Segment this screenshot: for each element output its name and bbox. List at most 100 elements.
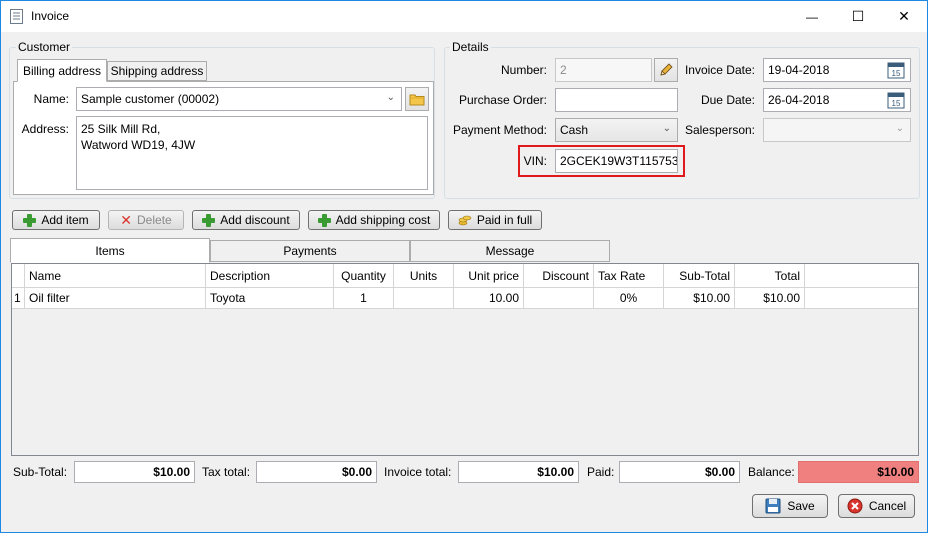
column-header-sub-total[interactable]: Sub-Total xyxy=(664,264,735,288)
column-header-label: Description xyxy=(210,269,271,283)
payment-method-combo[interactable]: Cash ⌄ xyxy=(555,118,678,142)
column-header-label: Unit price xyxy=(468,269,519,283)
number-field: 2 xyxy=(555,58,652,82)
column-header-name[interactable]: Name xyxy=(25,264,206,288)
coins-icon xyxy=(458,215,472,226)
tab-shipping-address[interactable]: Shipping address xyxy=(107,61,207,81)
invoice-total-field: $10.00 xyxy=(458,461,579,483)
address-textarea[interactable]: 25 Silk Mill Rd, Watword WD19, 4JW xyxy=(76,116,428,190)
window-title: Invoice xyxy=(31,9,70,23)
maximize-button[interactable]: ☐ xyxy=(835,1,881,32)
customer-name-value: Sample customer (00002) xyxy=(81,92,220,106)
pencil-icon xyxy=(660,63,673,76)
app-document-icon xyxy=(10,9,23,24)
column-header-description[interactable]: Description xyxy=(206,264,334,288)
column-header-label: Tax Rate xyxy=(598,269,646,283)
tab-message-label: Message xyxy=(485,244,535,258)
table-cell-quantity[interactable]: 1 xyxy=(334,288,394,309)
table-cell-sub-total[interactable]: $10.00 xyxy=(664,288,735,309)
cell-text: 1 xyxy=(360,291,367,305)
salesperson-label: Salesperson: xyxy=(684,123,755,137)
table-cell-name[interactable]: Oil filter xyxy=(25,288,206,309)
tax-total-value: $0.00 xyxy=(341,465,372,479)
cell-text: Oil filter xyxy=(29,291,70,305)
save-button[interactable]: Save xyxy=(752,494,828,518)
column-header-label: Discount xyxy=(542,269,589,283)
due-date-calendar-button[interactable]: 15 xyxy=(885,90,907,110)
invoice-date-value: 19-04-2018 xyxy=(768,63,830,77)
subtotal-value: $10.00 xyxy=(153,465,190,479)
payment-method-value: Cash xyxy=(560,123,589,137)
add-shipping-cost-button[interactable]: Add shipping cost xyxy=(308,210,440,230)
plus-icon xyxy=(23,213,37,227)
plus-icon xyxy=(202,213,216,227)
table-cell-units[interactable] xyxy=(394,288,454,309)
due-date-label: Due Date: xyxy=(700,93,755,107)
column-header-discount[interactable]: Discount xyxy=(524,264,594,288)
column-header-units[interactable]: Units xyxy=(394,264,454,288)
tab-message[interactable]: Message xyxy=(410,240,610,262)
chevron-down-icon: ⌄ xyxy=(662,123,671,134)
paid-in-full-label: Paid in full xyxy=(476,213,533,227)
cell-text: 10.00 xyxy=(488,291,519,305)
customer-name-combo[interactable]: Sample customer (00002) ⌄ xyxy=(76,87,402,111)
table-cell-description[interactable]: Toyota xyxy=(206,288,334,309)
add-item-button[interactable]: Add item xyxy=(12,210,100,230)
subtotal-label: Sub-Total: xyxy=(13,465,68,479)
vin-field[interactable]: 2GCEK19W3T1157530 xyxy=(555,149,678,173)
column-header-label: Total xyxy=(774,269,800,283)
column-header-filler xyxy=(805,264,918,288)
table-cell-discount[interactable] xyxy=(524,288,594,309)
tab-billing-address[interactable]: Billing address xyxy=(17,59,107,82)
tab-items[interactable]: Items xyxy=(10,238,210,263)
balance-label: Balance: xyxy=(748,465,795,479)
address-line-1: 25 Silk Mill Rd, xyxy=(81,122,161,136)
balance-value: $10.00 xyxy=(877,465,914,479)
cancel-label: Cancel xyxy=(868,499,907,513)
invoice-date-label: Invoice Date: xyxy=(684,63,755,77)
tax-total-field: $0.00 xyxy=(256,461,377,483)
cell-text: Toyota xyxy=(210,291,246,305)
cell-text: $10.00 xyxy=(763,291,800,305)
balance-field: $10.00 xyxy=(798,461,919,483)
column-header-total[interactable]: Total xyxy=(735,264,805,288)
column-header-tax-rate[interactable]: Tax Rate xyxy=(594,264,664,288)
invoice-date-calendar-button[interactable]: 15 xyxy=(885,60,907,80)
details-group-label: Details xyxy=(450,40,491,54)
customer-group-label: Customer xyxy=(16,40,73,54)
calendar-icon: 15 xyxy=(887,92,905,109)
tab-items-label: Items xyxy=(95,243,125,258)
calendar-day-text: 15 xyxy=(892,99,901,108)
column-header-label: Quantity xyxy=(341,269,386,283)
row-header[interactable]: 1 xyxy=(12,288,25,309)
browse-customer-button[interactable] xyxy=(405,87,429,111)
salesperson-combo[interactable]: ⌄ xyxy=(763,118,911,142)
row-index: 1 xyxy=(14,291,21,305)
close-icon: ✕ xyxy=(898,8,910,24)
table-cell-tax-rate[interactable]: 0% xyxy=(594,288,664,309)
paid-value: $0.00 xyxy=(704,465,735,479)
paid-in-full-button[interactable]: Paid in full xyxy=(448,210,542,230)
table-cell-unit-price[interactable]: 10.00 xyxy=(454,288,524,309)
title-bar[interactable]: Invoice — ☐ ✕ xyxy=(1,1,927,32)
invoice-total-label: Invoice total: xyxy=(384,465,452,479)
chevron-down-icon: ⌄ xyxy=(386,92,395,103)
number-label: Number: xyxy=(500,63,547,77)
add-discount-button[interactable]: Add discount xyxy=(192,210,300,230)
column-header-unit-price[interactable]: Unit price xyxy=(454,264,524,288)
add-item-label: Add item xyxy=(41,213,89,227)
column-header-label: Name xyxy=(29,269,62,283)
delete-button[interactable]: ✕ Delete xyxy=(108,210,184,230)
cancel-button[interactable]: Cancel xyxy=(838,494,915,518)
close-button[interactable]: ✕ xyxy=(881,1,927,32)
tab-payments[interactable]: Payments xyxy=(210,240,410,262)
column-header-quantity[interactable]: Quantity xyxy=(334,264,394,288)
minimize-button[interactable]: — xyxy=(789,1,835,32)
table-cell-total[interactable]: $10.00 xyxy=(735,288,805,309)
folder-icon xyxy=(409,94,425,105)
items-grid[interactable]: Name Description Quantity Units Unit pri… xyxy=(11,263,919,456)
purchase-order-label: Purchase Order: xyxy=(458,93,547,107)
purchase-order-field[interactable] xyxy=(555,88,678,112)
payment-method-label: Payment Method: xyxy=(452,123,547,137)
tab-payments-label: Payments xyxy=(283,244,337,258)
